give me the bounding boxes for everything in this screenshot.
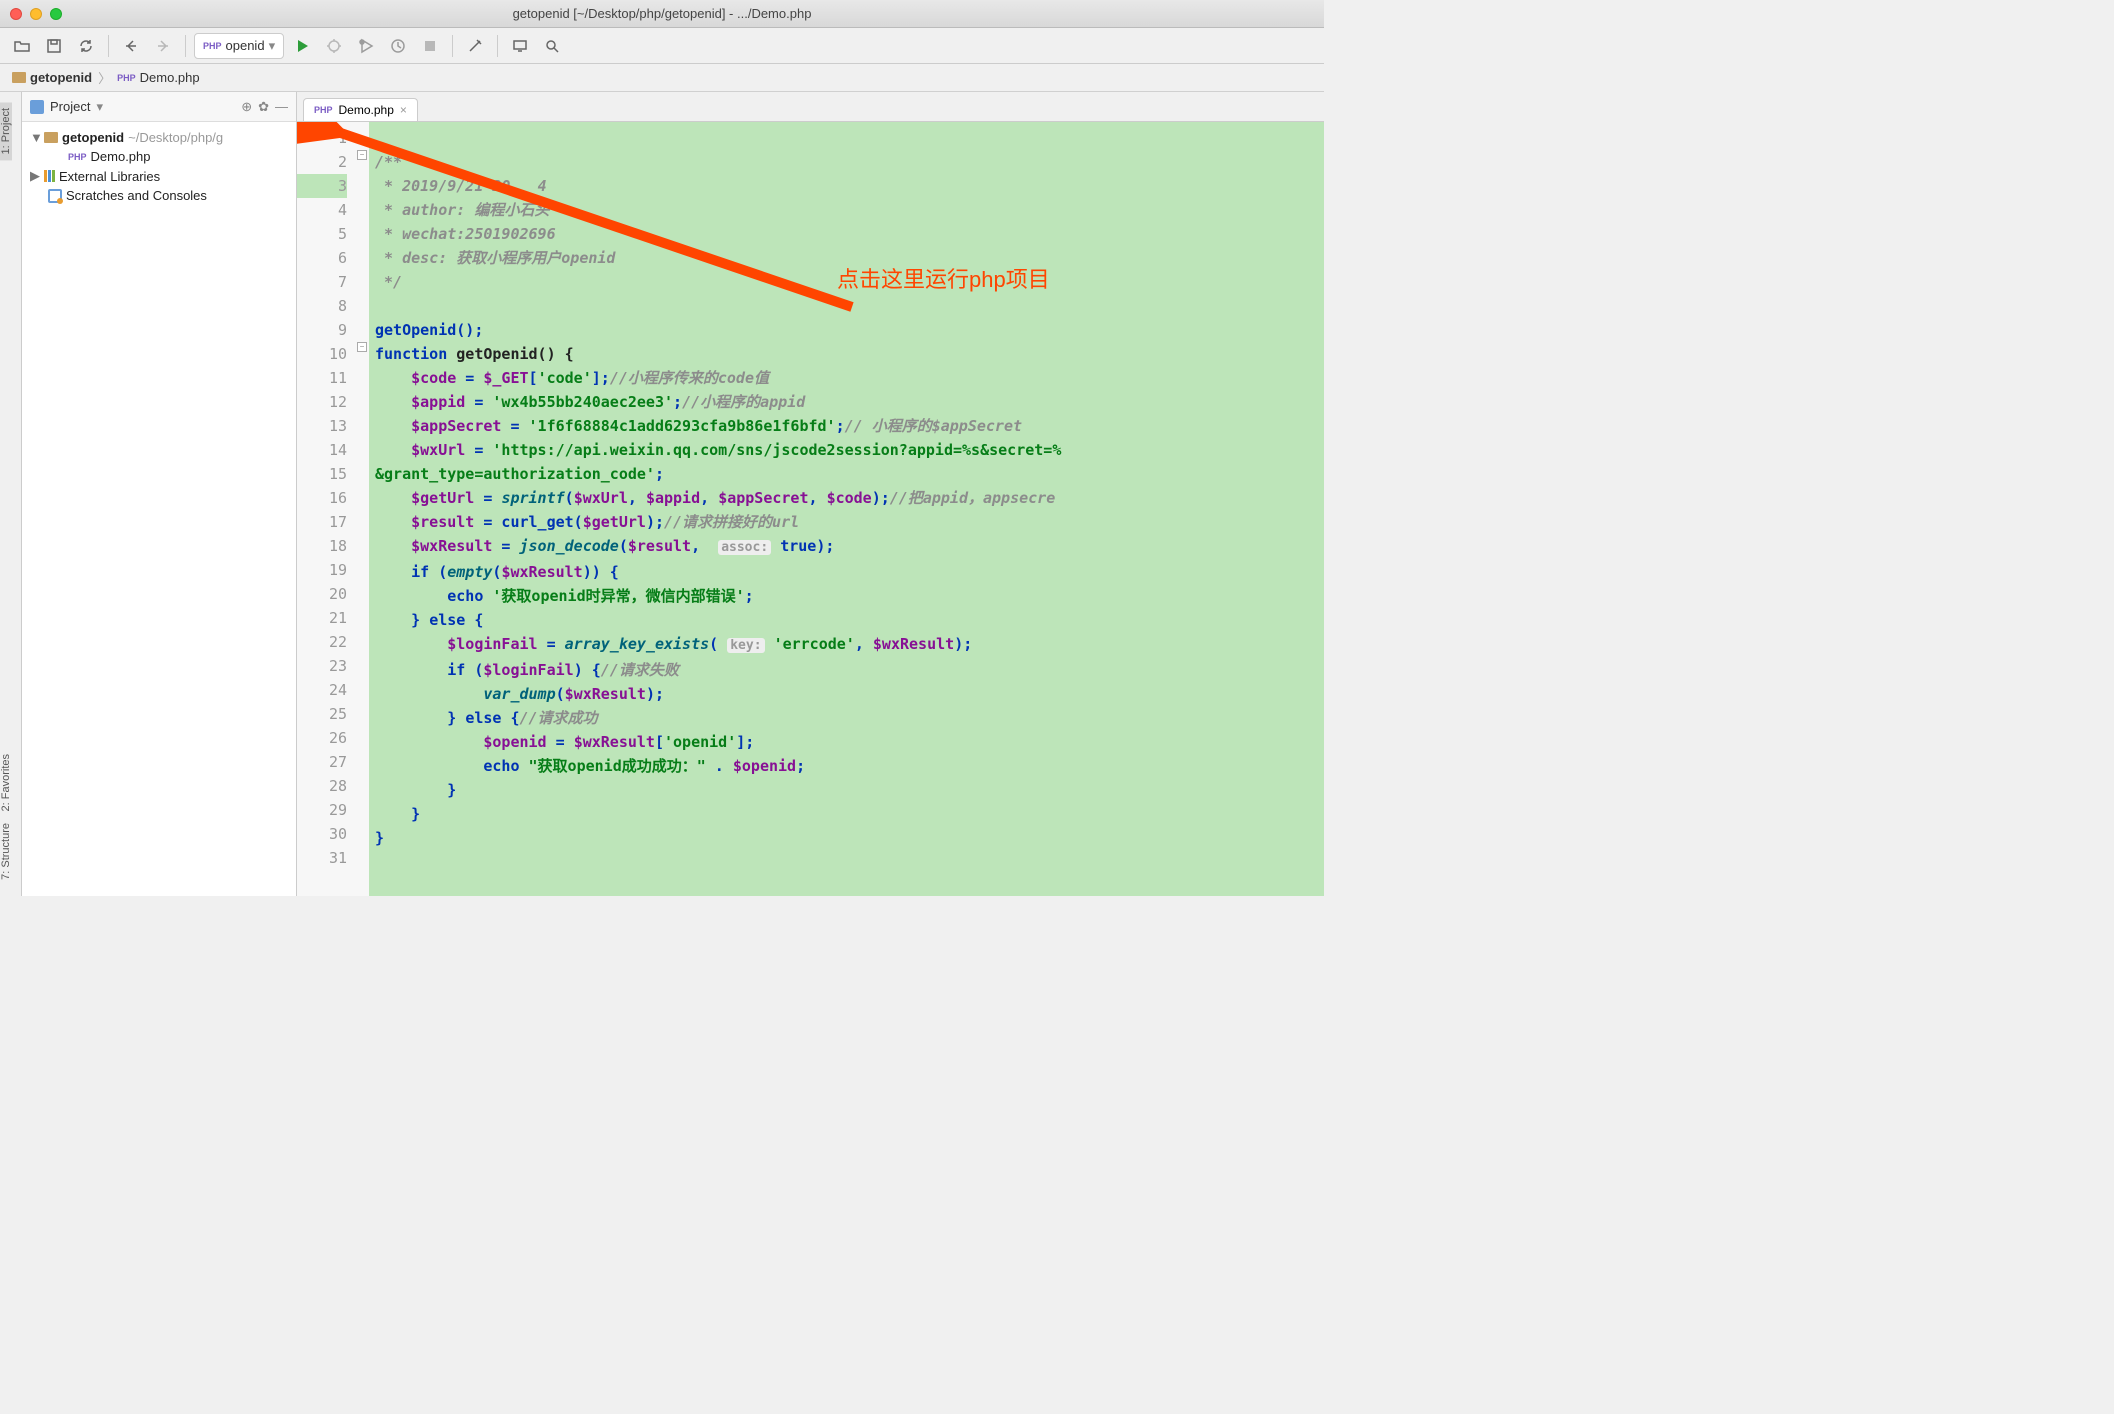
- gear-icon[interactable]: ✿: [258, 99, 269, 115]
- traffic-lights: [10, 8, 62, 20]
- debug-icon[interactable]: [320, 32, 348, 60]
- ide-window: getopenid [~/Desktop/php/getopenid] - ..…: [0, 0, 1324, 896]
- editor-area: PHP Demo.php × 1234567891011121314151617…: [297, 92, 1324, 896]
- project-tree: ▼ getopenid ~/Desktop/php/g PHP Demo.php…: [22, 122, 296, 211]
- profile-icon[interactable]: [384, 32, 412, 60]
- main-area: 1: Project 2: Favorites 7: Structure Pro…: [0, 92, 1324, 896]
- main-toolbar: PHP openid ▾: [0, 28, 1324, 64]
- project-icon: [30, 100, 44, 114]
- search-icon[interactable]: [538, 32, 566, 60]
- coverage-icon[interactable]: [352, 32, 380, 60]
- back-icon[interactable]: [117, 32, 145, 60]
- collapse-icon[interactable]: ⊕: [241, 99, 252, 115]
- php-file-icon: PHP: [314, 105, 333, 115]
- project-sidebar: Project ▾ ⊕ ✿ — ▼ getopenid ~/Desktop/ph…: [22, 92, 297, 896]
- sidebar-title: Project: [50, 99, 90, 114]
- settings-icon[interactable]: [461, 32, 489, 60]
- scratches-icon: [48, 189, 62, 203]
- folder-icon: [12, 72, 26, 83]
- tree-external-libraries[interactable]: ▶ External Libraries: [26, 166, 292, 186]
- stop-icon[interactable]: [416, 32, 444, 60]
- run-configuration-dropdown[interactable]: PHP openid ▾: [194, 33, 284, 59]
- titlebar: getopenid [~/Desktop/php/getopenid] - ..…: [0, 0, 1324, 28]
- breadcrumb-file[interactable]: PHPDemo.php: [117, 70, 200, 85]
- php-file-icon: PHP: [117, 73, 136, 83]
- rail-project[interactable]: 1: Project: [0, 102, 12, 160]
- close-tab-icon[interactable]: ×: [400, 103, 407, 117]
- tree-file-demo[interactable]: PHP Demo.php: [26, 147, 292, 166]
- close-window-button[interactable]: [10, 8, 22, 20]
- left-tool-rail: 1: Project 2: Favorites 7: Structure: [0, 92, 22, 896]
- annotation-arrow: [297, 122, 897, 422]
- forward-icon[interactable]: [149, 32, 177, 60]
- window-title: getopenid [~/Desktop/php/getopenid] - ..…: [513, 6, 812, 21]
- tree-scratches[interactable]: Scratches and Consoles: [26, 186, 292, 205]
- breadcrumb-project[interactable]: getopenid: [12, 70, 92, 85]
- tree-root[interactable]: ▼ getopenid ~/Desktop/php/g: [26, 128, 292, 147]
- php-file-icon: PHP: [68, 152, 87, 162]
- editor-tabs: PHP Demo.php ×: [297, 92, 1324, 122]
- refresh-icon[interactable]: [72, 32, 100, 60]
- save-icon[interactable]: [40, 32, 68, 60]
- folder-icon: [44, 132, 58, 143]
- rail-favorites[interactable]: 2: Favorites: [0, 748, 12, 817]
- minimize-window-button[interactable]: [30, 8, 42, 20]
- library-icon: [44, 170, 55, 182]
- sidebar-header: Project ▾ ⊕ ✿ —: [22, 92, 296, 122]
- zoom-window-button[interactable]: [50, 8, 62, 20]
- rail-structure[interactable]: 7: Structure: [0, 817, 12, 886]
- hide-icon[interactable]: —: [275, 99, 288, 114]
- run-button[interactable]: [288, 32, 316, 60]
- open-icon[interactable]: [8, 32, 36, 60]
- php-badge-icon: PHP: [203, 41, 222, 51]
- breadcrumb: getopenid 〉 PHPDemo.php: [0, 64, 1324, 92]
- code-editor[interactable]: 1234567891011121314151617181920212223242…: [297, 122, 1324, 896]
- annotation-text: 点击这里运行php项目: [837, 262, 1050, 294]
- tab-demo-php[interactable]: PHP Demo.php ×: [303, 98, 418, 121]
- avd-icon[interactable]: [506, 32, 534, 60]
